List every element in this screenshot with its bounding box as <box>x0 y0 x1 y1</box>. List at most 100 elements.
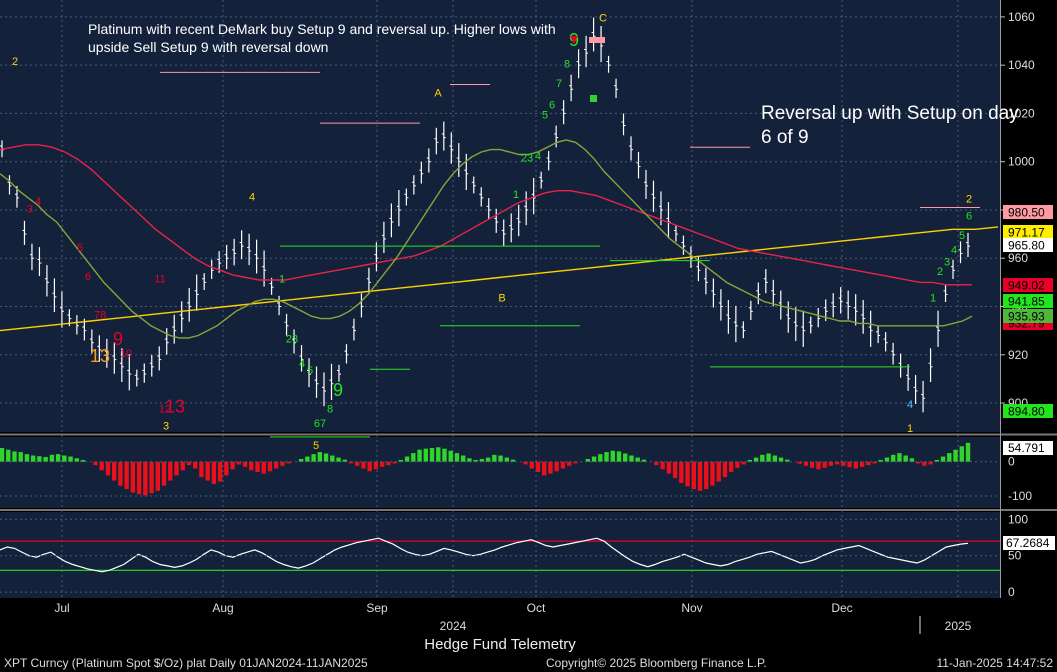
histogram-bar <box>62 455 67 462</box>
histogram-bar <box>604 452 609 462</box>
histogram-bar <box>0 447 5 462</box>
oscillator-panel-bg <box>0 512 1000 598</box>
demark-count-label: 4 <box>907 399 913 411</box>
demark-count-label: 5 <box>542 109 548 121</box>
histogram-bar <box>953 449 958 462</box>
demark-count-label: 67 <box>314 418 326 430</box>
histogram-bar <box>311 454 316 462</box>
histogram-bar <box>766 453 771 462</box>
histogram-bar <box>323 453 329 462</box>
histogram-bar <box>367 461 372 472</box>
demark-count-label: 8 <box>327 404 333 416</box>
histogram-bar <box>922 461 927 466</box>
histogram-bar <box>635 457 640 462</box>
x-tick-label: Oct <box>527 601 546 615</box>
oscillator-tick-label: 100 <box>1008 512 1028 526</box>
histogram-bar <box>548 461 553 474</box>
demark-count-label: 5 <box>307 365 313 377</box>
demark-count-label: 5 <box>313 440 319 452</box>
demark-count-label: 4 <box>951 244 957 256</box>
histogram-bar <box>542 461 547 476</box>
histogram-bar <box>217 461 223 482</box>
histogram-bar <box>280 461 285 466</box>
histogram-bar <box>330 455 335 462</box>
x-tick-label: Aug <box>212 601 233 615</box>
oscillator-tick-label: 50 <box>1008 549 1022 563</box>
annotation-setup-summary: Platinum with recent DeMark buy Setup 9 … <box>88 21 556 55</box>
histogram-bar <box>249 461 254 471</box>
instrument-description: XPT Curncy (Platinum Spot $/Oz) plat Dai… <box>4 656 368 670</box>
histogram-bar <box>404 456 410 462</box>
histogram-bar <box>230 461 235 470</box>
histogram-bar <box>205 461 210 481</box>
demark-count-label: 2 <box>12 56 18 68</box>
demark-count-label: 9 <box>113 329 123 349</box>
histogram-bar <box>436 447 441 462</box>
oscillator-tick-label: 0 <box>1008 585 1015 599</box>
histogram-bar <box>722 461 728 478</box>
histogram-bar <box>691 461 696 490</box>
histogram-bar <box>355 461 360 466</box>
histogram-bar <box>498 455 503 462</box>
histogram-bar <box>429 447 435 462</box>
price-tick-label: 1060 <box>1008 10 1035 24</box>
histogram-bar <box>760 454 765 462</box>
histogram-bar <box>535 461 541 472</box>
demark-count-label: 23 <box>521 153 533 165</box>
histogram-tick-label: 0 <box>1008 455 1015 469</box>
histogram-bar <box>168 461 173 481</box>
histogram-bar <box>940 456 946 462</box>
demark-count-label: 3 <box>27 203 33 215</box>
annotation-reversal-note: Reversal up with Setup on day 6 of 9 <box>761 103 1019 148</box>
histogram-bar <box>947 453 952 462</box>
histogram-bar <box>24 454 30 462</box>
histogram-bar <box>735 461 740 468</box>
histogram-bar <box>43 456 48 462</box>
demark-count-label: 8 <box>564 59 570 71</box>
histogram-bar <box>891 454 896 462</box>
price-tick-label: 920 <box>1008 348 1028 362</box>
x-tick-label: Dec <box>831 601 852 615</box>
histogram-bar <box>161 461 167 486</box>
level-tag-label: 935.93 <box>1008 310 1045 324</box>
demark-count-label: 6 <box>966 211 972 223</box>
histogram-bar <box>423 448 428 462</box>
demark-count-label: 6 <box>549 100 555 112</box>
histogram-bar <box>99 461 104 471</box>
histogram-bar <box>18 452 23 462</box>
histogram-bar <box>317 452 323 462</box>
histogram-bar <box>728 461 734 472</box>
demark-count-label: 13 <box>165 397 185 417</box>
histogram-bar <box>267 461 273 472</box>
demark-count-label: A <box>434 88 442 100</box>
demark-count-label: 4 <box>35 196 41 208</box>
perfection-marker <box>589 37 605 43</box>
demark-count-label: 10 <box>120 348 132 360</box>
histogram-bar <box>186 461 192 466</box>
histogram-bar <box>336 457 341 462</box>
histogram-bar <box>30 455 36 462</box>
histogram-bar <box>654 461 659 466</box>
histogram-bar <box>411 453 416 462</box>
x-tick-label: 2025 <box>945 619 972 633</box>
histogram-bar <box>373 461 379 470</box>
histogram-bar <box>959 446 964 462</box>
histogram-bar <box>55 454 61 462</box>
demark-count-label: 6 <box>85 271 91 283</box>
histogram-bar <box>697 461 703 491</box>
histogram-bar <box>37 456 42 462</box>
demark-count-label: 9 <box>333 380 343 400</box>
histogram-bar <box>504 457 510 462</box>
histogram-bar <box>242 461 248 467</box>
histogram-bar <box>460 455 466 462</box>
demark-count-label: 7 <box>556 78 562 90</box>
histogram-bar <box>710 461 715 486</box>
histogram-bar <box>866 461 871 466</box>
demark-count-label: 3 <box>163 421 169 433</box>
histogram-bar <box>909 458 915 462</box>
histogram-bar <box>199 461 204 478</box>
histogram-bar <box>772 455 777 462</box>
histogram-bar <box>467 458 472 462</box>
histogram-bar <box>660 461 665 470</box>
histogram-bar <box>560 461 566 469</box>
